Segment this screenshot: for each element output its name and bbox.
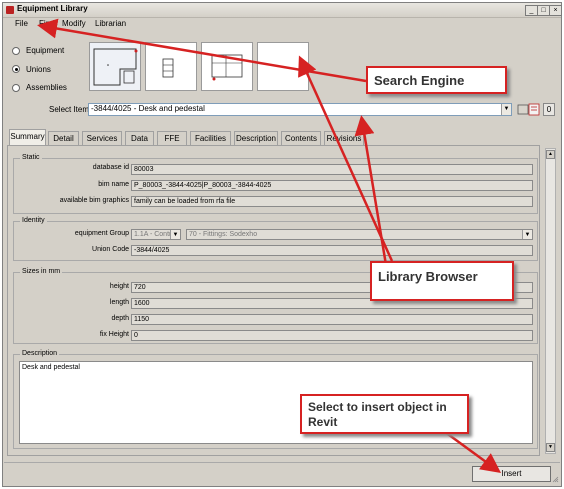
arrow-to-find-menu <box>37 18 367 83</box>
callout-library-browser: Library Browser <box>370 261 514 301</box>
arrow-to-insert-button <box>444 430 502 473</box>
callout-insert: Select to insert object in Revit <box>300 394 469 434</box>
callout-search-engine: Search Engine <box>366 66 507 94</box>
arrow-to-select-item <box>354 115 388 266</box>
